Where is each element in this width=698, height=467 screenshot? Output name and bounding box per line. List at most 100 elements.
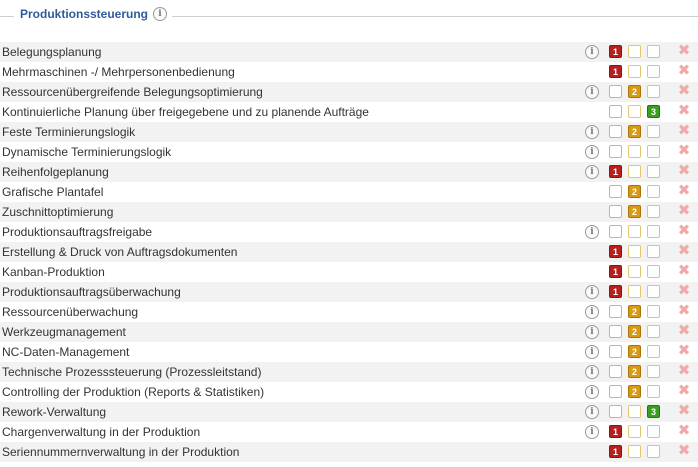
close-x-icon[interactable]: ✖ bbox=[677, 123, 691, 138]
rating-level-3-checkbox[interactable] bbox=[647, 445, 660, 458]
rating-level-3-checkbox[interactable] bbox=[647, 85, 660, 98]
rating-level-1-checkbox[interactable] bbox=[609, 185, 622, 198]
rating-level-3-checkbox[interactable] bbox=[647, 425, 660, 438]
rating-level-1-checkbox[interactable]: 1 bbox=[609, 45, 622, 58]
rating-level-2-checkbox[interactable]: 2 bbox=[628, 385, 641, 398]
rating-level-2-checkbox[interactable] bbox=[628, 405, 641, 418]
info-icon[interactable]: i bbox=[585, 85, 599, 99]
rating-level-1-checkbox[interactable]: 1 bbox=[609, 165, 622, 178]
rating-level-2-checkbox[interactable] bbox=[628, 225, 641, 238]
rating-level-1-checkbox[interactable]: 1 bbox=[609, 445, 622, 458]
info-icon[interactable]: i bbox=[585, 325, 599, 339]
rating-level-3-checkbox[interactable] bbox=[647, 125, 660, 138]
close-x-icon[interactable]: ✖ bbox=[677, 183, 691, 198]
close-x-icon[interactable]: ✖ bbox=[677, 383, 691, 398]
close-x-icon[interactable]: ✖ bbox=[677, 343, 691, 358]
rating-level-2-checkbox[interactable] bbox=[628, 425, 641, 438]
info-icon[interactable]: i bbox=[585, 425, 599, 439]
info-icon[interactable]: i bbox=[585, 345, 599, 359]
rating-level-1-checkbox[interactable]: 1 bbox=[609, 245, 622, 258]
close-x-icon[interactable]: ✖ bbox=[677, 63, 691, 78]
rating-level-3-checkbox[interactable]: 3 bbox=[647, 405, 660, 418]
close-x-icon[interactable]: ✖ bbox=[677, 283, 691, 298]
rating-level-3-checkbox[interactable] bbox=[647, 65, 660, 78]
info-icon[interactable]: i bbox=[585, 225, 599, 239]
rating-level-2-checkbox[interactable]: 2 bbox=[628, 85, 641, 98]
list-item: Zuschnittoptimierung 2 ✖ bbox=[0, 202, 698, 222]
rating-level-1-checkbox[interactable]: 1 bbox=[609, 285, 622, 298]
rating-level-3-checkbox[interactable] bbox=[647, 265, 660, 278]
rating-level-1-checkbox[interactable] bbox=[609, 405, 622, 418]
close-x-icon[interactable]: ✖ bbox=[677, 43, 691, 58]
close-x-icon[interactable]: ✖ bbox=[677, 103, 691, 118]
rating-level-2-checkbox[interactable] bbox=[628, 165, 641, 178]
close-x-icon[interactable]: ✖ bbox=[677, 163, 691, 178]
info-icon[interactable]: i bbox=[153, 7, 168, 21]
rating-level-2-checkbox[interactable]: 2 bbox=[628, 305, 641, 318]
close-x-icon[interactable]: ✖ bbox=[677, 223, 691, 238]
rating-level-3-checkbox[interactable]: 3 bbox=[647, 105, 660, 118]
rating-level-1-checkbox[interactable] bbox=[609, 205, 622, 218]
rating-level-3-checkbox[interactable] bbox=[647, 285, 660, 298]
rating-level-2-checkbox[interactable]: 2 bbox=[628, 325, 641, 338]
rating-level-2-checkbox[interactable]: 2 bbox=[628, 345, 641, 358]
rating-level-3-checkbox[interactable] bbox=[647, 145, 660, 158]
rating-level-3-checkbox[interactable] bbox=[647, 45, 660, 58]
info-icon[interactable]: i bbox=[585, 405, 599, 419]
rating-level-3-checkbox[interactable] bbox=[647, 225, 660, 238]
rating-level-1-checkbox[interactable] bbox=[609, 85, 622, 98]
info-icon[interactable]: i bbox=[585, 145, 599, 159]
rating-level-3-checkbox[interactable] bbox=[647, 365, 660, 378]
rating-level-1-checkbox[interactable] bbox=[609, 105, 622, 118]
rating-level-1-checkbox[interactable] bbox=[609, 365, 622, 378]
rating-level-2-checkbox[interactable] bbox=[628, 65, 641, 78]
rating-level-3-checkbox[interactable] bbox=[647, 245, 660, 258]
rating-level-2-checkbox[interactable] bbox=[628, 265, 641, 278]
rating-level-2-checkbox[interactable]: 2 bbox=[628, 205, 641, 218]
rating-level-3-checkbox[interactable] bbox=[647, 325, 660, 338]
rating-level-1-checkbox[interactable]: 1 bbox=[609, 265, 622, 278]
rating-level-2-checkbox[interactable] bbox=[628, 45, 641, 58]
info-icon[interactable]: i bbox=[585, 165, 599, 179]
rating-level-3-checkbox[interactable] bbox=[647, 185, 660, 198]
rating-level-2-checkbox[interactable] bbox=[628, 285, 641, 298]
close-x-icon[interactable]: ✖ bbox=[677, 143, 691, 158]
close-x-icon[interactable]: ✖ bbox=[677, 443, 691, 458]
rating-level-2-checkbox[interactable] bbox=[628, 145, 641, 158]
close-x-icon[interactable]: ✖ bbox=[677, 263, 691, 278]
rating-level-2-checkbox[interactable] bbox=[628, 105, 641, 118]
rating-level-2-checkbox[interactable]: 2 bbox=[628, 365, 641, 378]
rating-level-1-checkbox[interactable] bbox=[609, 345, 622, 358]
rating-level-1-checkbox[interactable] bbox=[609, 225, 622, 238]
close-x-icon[interactable]: ✖ bbox=[677, 303, 691, 318]
info-icon[interactable]: i bbox=[585, 365, 599, 379]
rating-level-2-checkbox[interactable] bbox=[628, 445, 641, 458]
rating-level-2-checkbox[interactable] bbox=[628, 245, 641, 258]
rating-level-2-checkbox[interactable]: 2 bbox=[628, 185, 641, 198]
rating-level-1-checkbox[interactable]: 1 bbox=[609, 425, 622, 438]
close-x-icon[interactable]: ✖ bbox=[677, 403, 691, 418]
close-x-icon[interactable]: ✖ bbox=[677, 323, 691, 338]
rating-level-1-checkbox[interactable] bbox=[609, 305, 622, 318]
rating-level-2-checkbox[interactable]: 2 bbox=[628, 125, 641, 138]
close-x-icon[interactable]: ✖ bbox=[677, 243, 691, 258]
rating-level-3-checkbox[interactable] bbox=[647, 385, 660, 398]
rating-level-1-checkbox[interactable]: 1 bbox=[609, 65, 622, 78]
info-icon[interactable]: i bbox=[585, 385, 599, 399]
info-icon[interactable]: i bbox=[585, 305, 599, 319]
rating-level-3-checkbox[interactable] bbox=[647, 305, 660, 318]
info-icon[interactable]: i bbox=[585, 45, 599, 59]
close-x-icon[interactable]: ✖ bbox=[677, 363, 691, 378]
rating-level-1-checkbox[interactable] bbox=[609, 325, 622, 338]
rating-level-1-checkbox[interactable] bbox=[609, 125, 622, 138]
close-x-icon[interactable]: ✖ bbox=[677, 203, 691, 218]
rating-level-3-checkbox[interactable] bbox=[647, 205, 660, 218]
rating-level-1-checkbox[interactable] bbox=[609, 145, 622, 158]
close-x-icon[interactable]: ✖ bbox=[677, 423, 691, 438]
info-icon[interactable]: i bbox=[585, 285, 599, 299]
close-x-icon[interactable]: ✖ bbox=[677, 83, 691, 98]
info-icon[interactable]: i bbox=[585, 125, 599, 139]
rating-level-1-checkbox[interactable] bbox=[609, 385, 622, 398]
rating-level-3-checkbox[interactable] bbox=[647, 345, 660, 358]
rating-level-3-checkbox[interactable] bbox=[647, 165, 660, 178]
